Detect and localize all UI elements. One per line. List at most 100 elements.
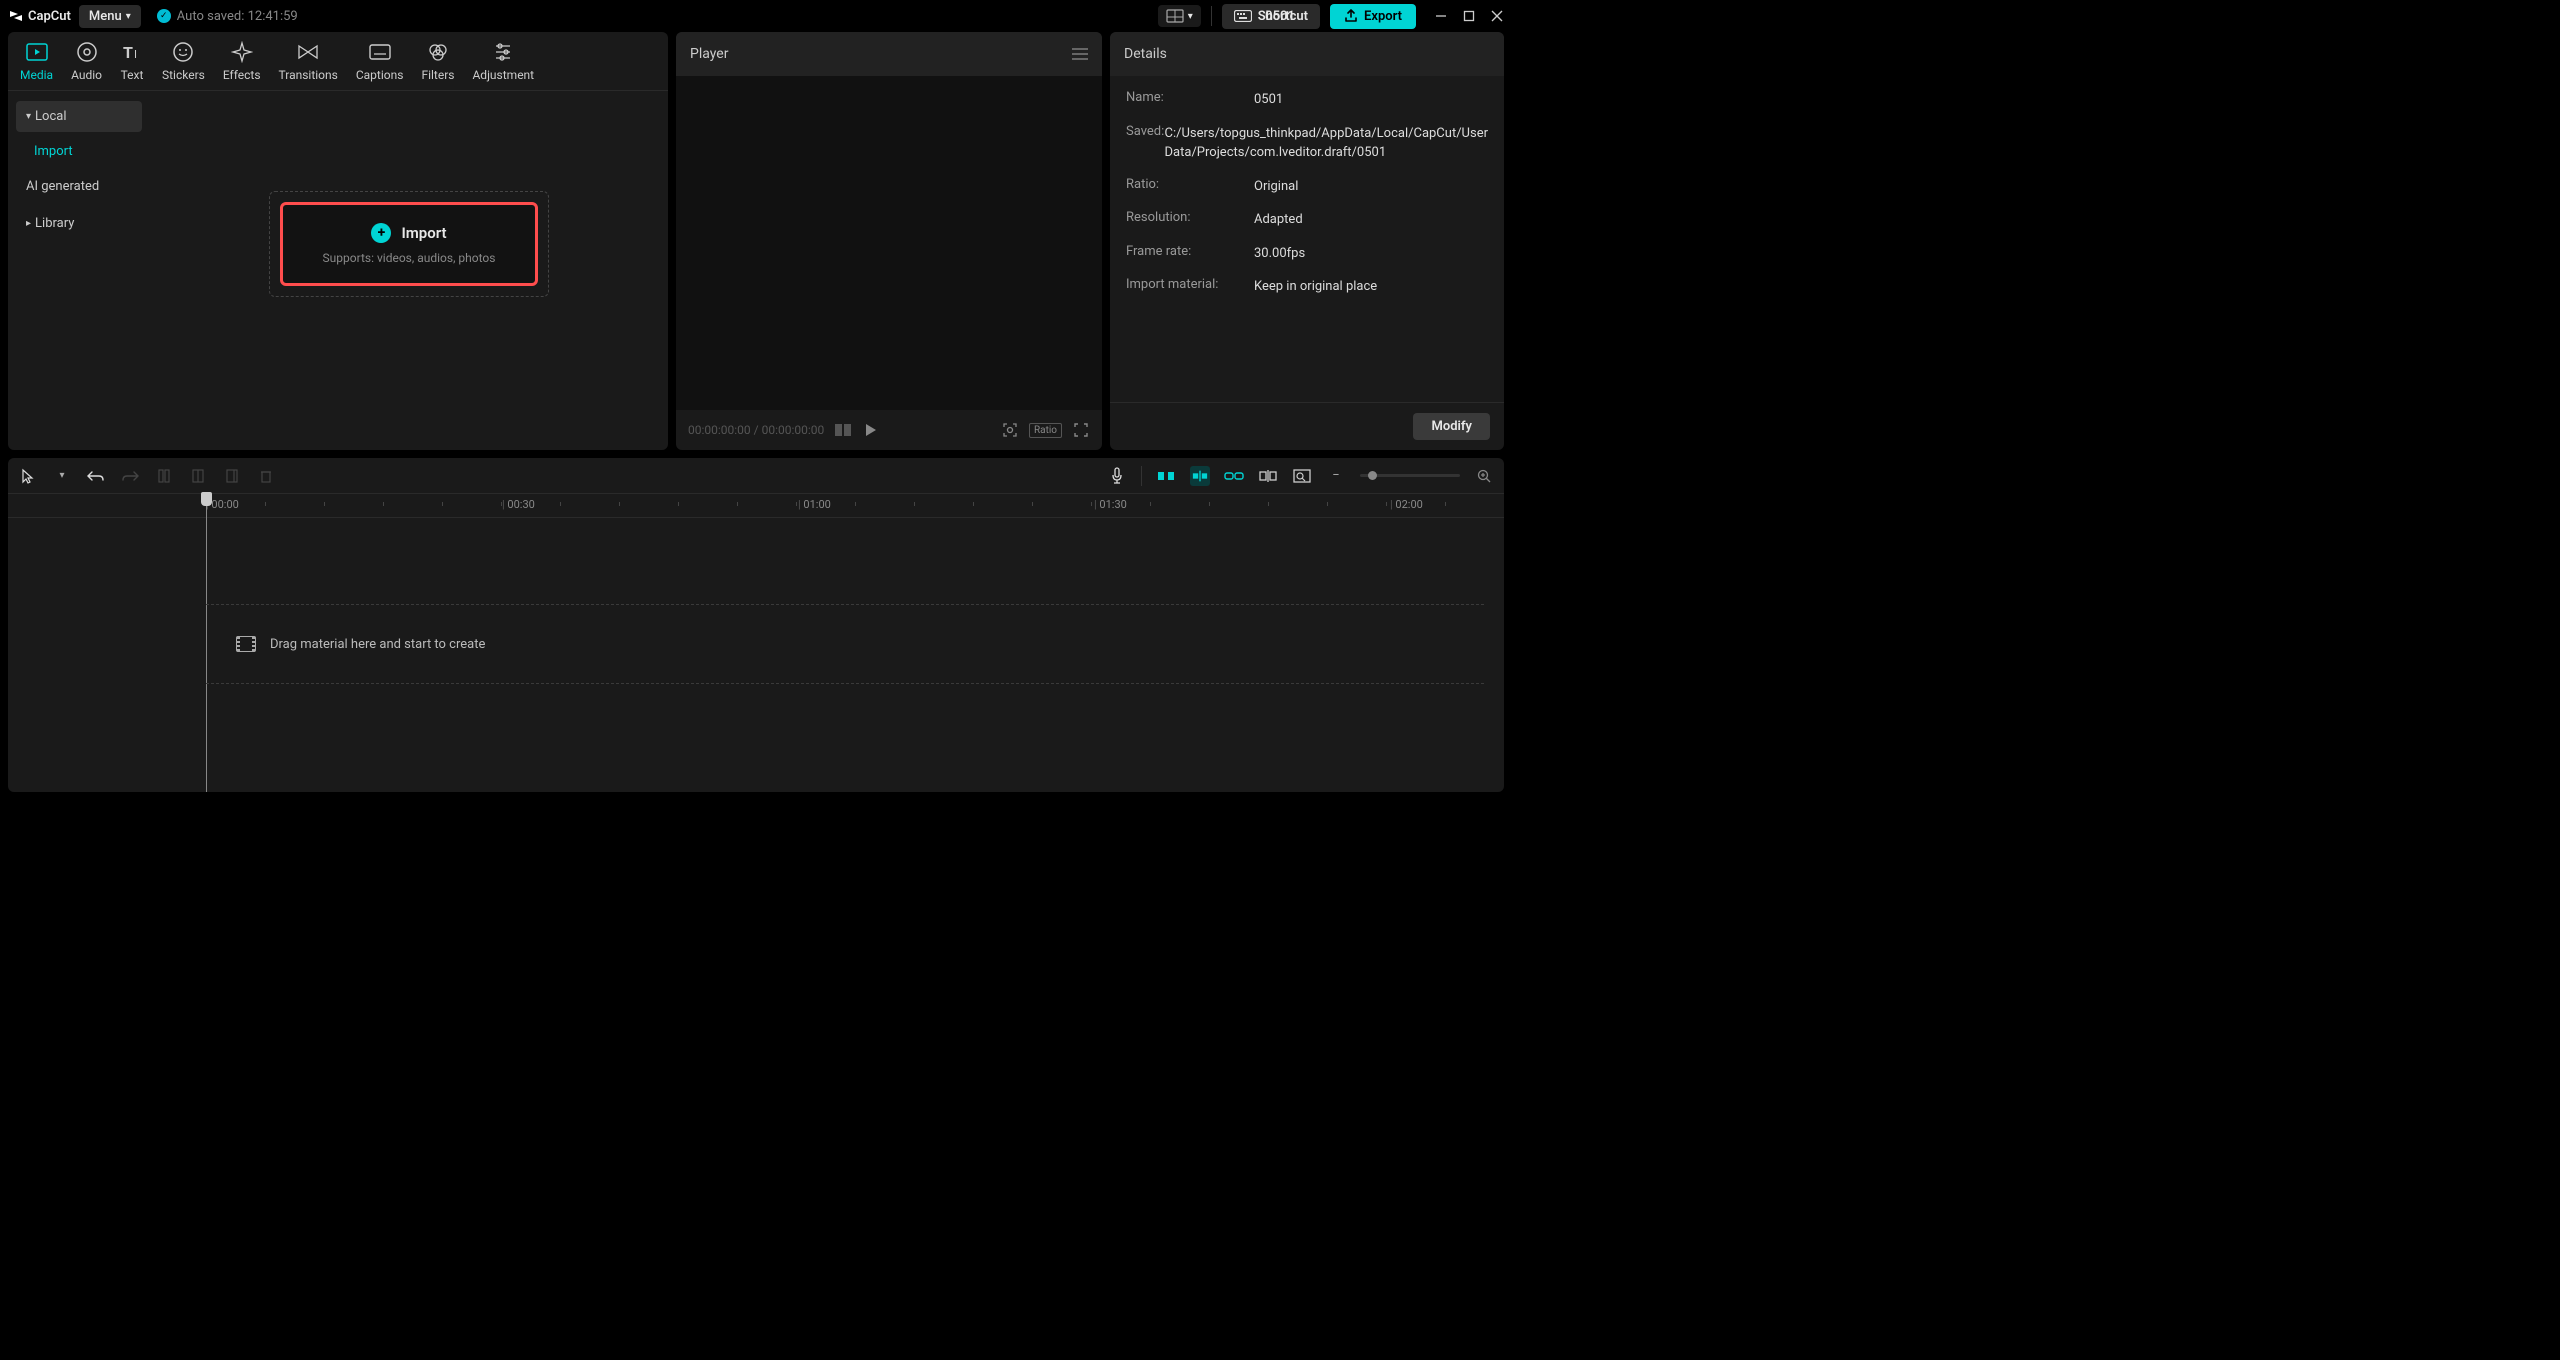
- detail-row-saved: Saved:C:/Users/topgus_thinkpad/AppData/L…: [1126, 124, 1488, 163]
- chevron-down-icon: ▾: [1188, 11, 1193, 22]
- project-title: 0501: [1265, 9, 1295, 24]
- chevron-down-icon: ▾: [126, 11, 131, 22]
- ratio-button[interactable]: Ratio: [1029, 423, 1062, 438]
- divider: [1141, 466, 1142, 486]
- text-icon: TI: [120, 40, 144, 64]
- app-logo: CapCut: [8, 8, 71, 24]
- player-timecode: 00:00:00:00 / 00:00:00:00: [688, 423, 824, 437]
- audio-icon: [75, 40, 99, 64]
- ruler-tick: 00:30: [502, 498, 535, 511]
- panel-menu-icon[interactable]: [1072, 48, 1088, 60]
- detail-row-resolution: Resolution:Adapted: [1126, 210, 1488, 230]
- import-title: Import: [401, 224, 446, 242]
- timeline-ruler[interactable]: 00:00 00:30 01:00 01:30 02:00: [8, 494, 1504, 518]
- adjustment-icon: [491, 40, 515, 64]
- effects-icon: [230, 40, 254, 64]
- player-viewport: [676, 76, 1102, 410]
- menu-button[interactable]: Menu ▾: [79, 5, 141, 28]
- stickers-icon: [171, 40, 195, 64]
- layout-icon: [1166, 9, 1184, 23]
- split-tool[interactable]: [154, 466, 174, 486]
- details-title: Details: [1124, 46, 1167, 62]
- zoom-slider[interactable]: [1360, 474, 1460, 477]
- timeline-panel: ▾ − 00:00 00:30 01:00 01:30 02:00 Drag m…: [8, 458, 1504, 792]
- media-sidebar: ▾Local Import AI generated ▸Library: [8, 91, 150, 450]
- titlebar: CapCut Menu ▾ ✓ Auto saved: 12:41:59 050…: [0, 0, 1512, 32]
- timeline-toolbar: ▾ −: [8, 458, 1504, 494]
- tab-captions[interactable]: Captions: [356, 40, 404, 90]
- detail-row-name: Name:0501: [1126, 90, 1488, 110]
- divider: [1211, 6, 1212, 26]
- timeline-track-drop[interactable]: Drag material here and start to create: [206, 604, 1484, 684]
- details-panel: Details Name:0501 Saved:C:/Users/topgus_…: [1110, 32, 1504, 450]
- split-right-tool[interactable]: [222, 466, 242, 486]
- redo-button[interactable]: [120, 466, 140, 486]
- play-icon[interactable]: [862, 421, 880, 439]
- minimize-button[interactable]: [1434, 9, 1448, 23]
- focus-icon[interactable]: [1001, 421, 1019, 439]
- drop-hint: Drag material here and start to create: [270, 637, 485, 652]
- import-dropzone[interactable]: + Import Supports: videos, audios, photo…: [269, 191, 549, 297]
- transitions-icon: [296, 40, 320, 64]
- capcut-logo-icon: [8, 8, 24, 24]
- autosave-status: ✓ Auto saved: 12:41:59: [157, 9, 298, 24]
- ruler-tick: 01:00: [798, 498, 831, 511]
- media-panel: Media Audio TI Text Stickers Effects Tra…: [8, 32, 668, 450]
- mic-button[interactable]: [1107, 466, 1127, 486]
- sidebar-item-ai-generated[interactable]: AI generated: [16, 171, 142, 202]
- zoom-out-button[interactable]: −: [1326, 466, 1346, 486]
- zoom-fit-button[interactable]: [1292, 466, 1312, 486]
- split-left-tool[interactable]: [188, 466, 208, 486]
- zoom-in-button[interactable]: [1474, 466, 1494, 486]
- preview-cut-button[interactable]: [1258, 466, 1278, 486]
- fullscreen-icon[interactable]: [1072, 421, 1090, 439]
- tab-adjustment[interactable]: Adjustment: [472, 40, 534, 90]
- tab-filters[interactable]: Filters: [421, 40, 454, 90]
- tab-stickers[interactable]: Stickers: [162, 40, 205, 90]
- modify-button[interactable]: Modify: [1413, 413, 1490, 440]
- tab-transitions[interactable]: Transitions: [279, 40, 338, 90]
- check-icon: ✓: [157, 9, 171, 23]
- export-icon: [1344, 9, 1358, 23]
- plus-icon: +: [371, 223, 391, 243]
- undo-button[interactable]: [86, 466, 106, 486]
- sidebar-item-library[interactable]: ▸Library: [16, 208, 142, 239]
- tab-media[interactable]: Media: [20, 40, 53, 90]
- player-title: Player: [690, 46, 728, 62]
- svg-text:I: I: [134, 48, 137, 61]
- ruler-tick: 01:30: [1094, 498, 1127, 511]
- link-button[interactable]: [1224, 466, 1244, 486]
- export-button[interactable]: Export: [1330, 4, 1416, 29]
- captions-icon: [368, 40, 392, 64]
- magnet-main-button[interactable]: [1156, 466, 1176, 486]
- detail-row-ratio: Ratio:Original: [1126, 177, 1488, 197]
- tab-text[interactable]: TI Text: [120, 40, 144, 90]
- sidebar-item-import[interactable]: Import: [16, 138, 142, 165]
- cursor-tool[interactable]: [18, 466, 38, 486]
- cursor-dropdown[interactable]: ▾: [52, 466, 72, 486]
- svg-text:T: T: [123, 43, 133, 62]
- filters-icon: [426, 40, 450, 64]
- timeline-body[interactable]: Drag material here and start to create: [8, 518, 1504, 792]
- app-name: CapCut: [28, 9, 71, 24]
- sidebar-item-local[interactable]: ▾Local: [16, 101, 142, 132]
- detail-row-framerate: Frame rate:30.00fps: [1126, 244, 1488, 264]
- delete-tool[interactable]: [256, 466, 276, 486]
- tab-effects[interactable]: Effects: [223, 40, 261, 90]
- ruler-tick: 02:00: [1390, 498, 1423, 511]
- caret-down-icon: ▾: [26, 111, 31, 122]
- magnet-snap-button[interactable]: [1190, 466, 1210, 486]
- media-icon: [25, 40, 49, 64]
- caret-right-icon: ▸: [26, 218, 31, 229]
- player-panel: Player 00:00:00:00 / 00:00:00:00 Ratio: [676, 32, 1102, 450]
- import-subtitle: Supports: videos, audios, photos: [293, 251, 525, 265]
- maximize-button[interactable]: [1462, 9, 1476, 23]
- detail-row-import-material: Import material:Keep in original place: [1126, 277, 1488, 297]
- film-icon: [236, 636, 256, 652]
- keyboard-icon: [1234, 10, 1252, 22]
- compare-icon[interactable]: [834, 421, 852, 439]
- close-button[interactable]: [1490, 9, 1504, 23]
- tab-audio[interactable]: Audio: [71, 40, 102, 90]
- layout-button[interactable]: ▾: [1158, 5, 1201, 27]
- media-tabs: Media Audio TI Text Stickers Effects Tra…: [8, 32, 668, 91]
